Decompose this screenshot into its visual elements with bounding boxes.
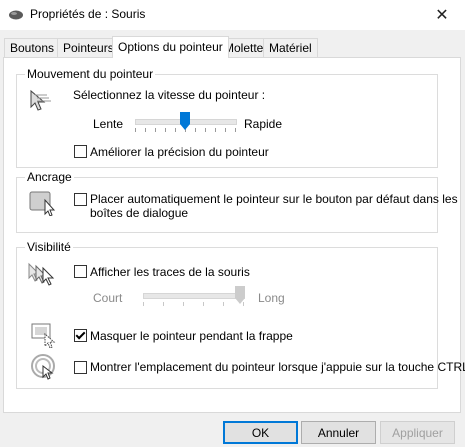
snap-group: Ancrage Placer automatiquement le pointe… — [16, 170, 458, 233]
ctrl-locate-checkbox[interactable] — [74, 361, 87, 374]
snap-label-line1: Placer automatiquement le pointeur sur l… — [90, 192, 458, 206]
motion-group-title: Mouvement du pointeur — [25, 67, 156, 81]
apply-button[interactable]: Appliquer — [380, 421, 455, 444]
cancel-button[interactable]: Annuler — [301, 421, 376, 444]
title-bar: Propriétés de : Souris ✕ — [0, 0, 465, 30]
speed-label: Sélectionnez la vitesse du pointeur : — [73, 88, 266, 102]
ctrl-locate-icon — [31, 352, 59, 383]
trails-label: Afficher les traces de la souris — [90, 265, 250, 279]
snap-label-line2: boîtes de dialogue — [90, 206, 189, 220]
tab-strip: Boutons Pointeurs Options du pointeur Mo… — [0, 36, 465, 58]
tab-hardware[interactable]: Matériel — [263, 38, 318, 57]
tab-panel: Mouvement du pointeur Sélectionnez la vi… — [3, 57, 465, 413]
window-title: Propriétés de : Souris — [30, 7, 146, 21]
trails-short-label: Court — [93, 291, 123, 305]
trails-checkbox[interactable] — [74, 265, 87, 278]
motion-group: Mouvement du pointeur Sélectionnez la vi… — [16, 67, 438, 168]
ok-button[interactable]: OK — [223, 421, 298, 444]
tab-pointer-options[interactable]: Options du pointeur — [112, 36, 229, 58]
precision-checkbox[interactable] — [74, 145, 87, 158]
hide-pointer-label: Masquer le pointeur pendant la frappe — [90, 329, 293, 343]
tab-buttons[interactable]: Boutons — [4, 38, 61, 57]
visibility-group-title: Visibilité — [25, 240, 73, 254]
precision-label: Améliorer la précision du pointeur — [90, 145, 269, 159]
speed-fast-label: Rapide — [244, 117, 283, 131]
close-button[interactable]: ✕ — [419, 0, 465, 30]
trails-slider-thumb[interactable] — [235, 286, 245, 304]
pointer-trails-icon — [27, 262, 61, 291]
pointer-speed-icon — [29, 89, 55, 118]
snap-to-button-icon — [29, 188, 57, 219]
speed-slider-thumb[interactable] — [180, 112, 190, 130]
hide-pointer-icon — [31, 322, 59, 351]
snap-group-title: Ancrage — [25, 170, 74, 184]
hide-pointer-checkbox[interactable] — [74, 329, 87, 342]
mouse-icon — [8, 9, 24, 21]
ctrl-locate-label: Montrer l'emplacement du pointeur lorsqu… — [90, 360, 465, 374]
trails-slider-track[interactable] — [143, 293, 245, 299]
speed-slow-label: Lente — [93, 117, 124, 131]
tab-pointers[interactable]: Pointeurs — [57, 38, 120, 57]
trails-slider-ticks — [143, 302, 245, 306]
trails-long-label: Long — [258, 291, 285, 305]
close-icon: ✕ — [435, 7, 449, 24]
visibility-group: Visibilité Afficher les traces de la sou… — [16, 240, 465, 389]
snap-checkbox[interactable] — [74, 193, 87, 206]
